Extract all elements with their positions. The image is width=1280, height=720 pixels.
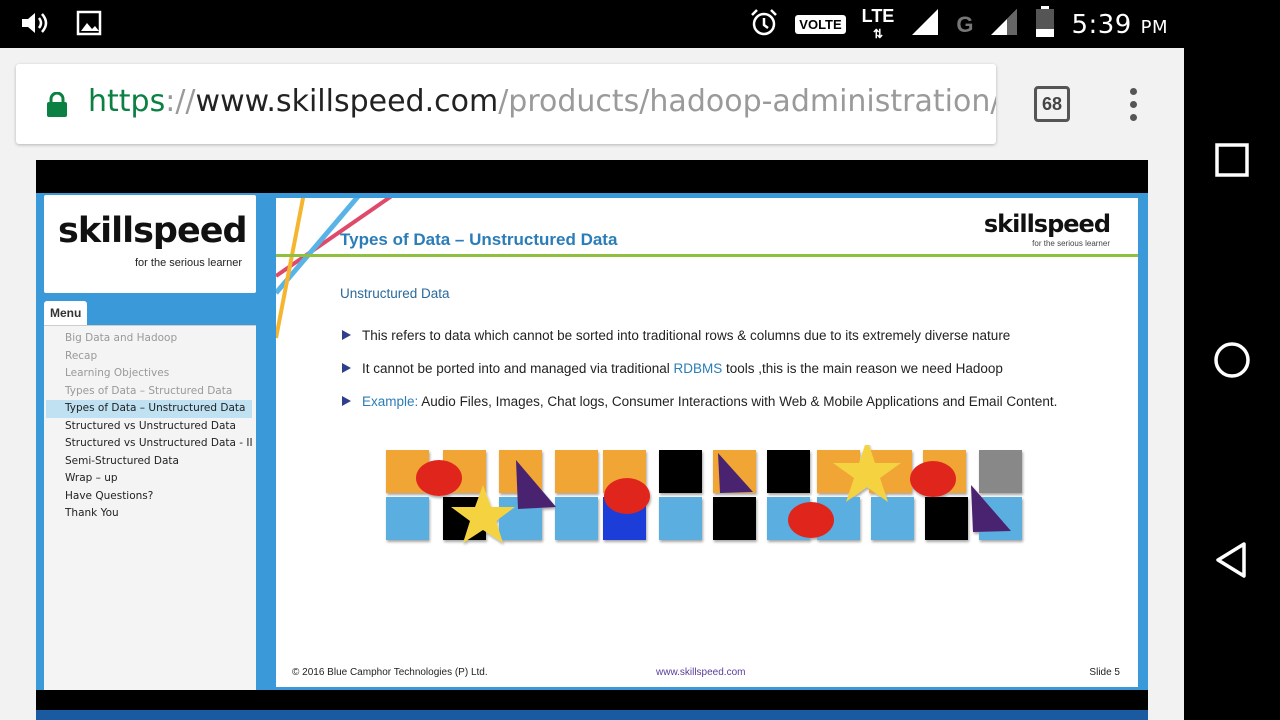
screen: VOLTE LTE ⇅ G 5:39 PM https://www.skills… (0, 0, 1280, 720)
home-button[interactable] (1212, 340, 1252, 380)
android-nav-bar (1184, 0, 1280, 720)
slide-subtitle: Unstructured Data (340, 286, 450, 301)
menu-item[interactable]: Wrap – up (44, 470, 256, 488)
player-controls-strip (36, 710, 1148, 720)
clock-ampm: PM (1140, 16, 1168, 38)
battery-icon (1035, 6, 1055, 43)
bullet-arrow-icon (342, 330, 351, 340)
volume-icon (20, 10, 50, 41)
bullet-text: This refers to data which cannot be sort… (362, 328, 1011, 343)
slide-title: Types of Data – Unstructured Data (340, 230, 618, 249)
url-text: https://www.skillspeed.com/products/hado… (88, 84, 996, 119)
slide-footer: © 2016 Blue Camphor Technologies (P) Ltd… (276, 667, 1138, 681)
signal-icon-2 (989, 7, 1019, 42)
clock: 5:39 PM (1071, 10, 1168, 40)
logo-tagline: for the serious learner (135, 257, 242, 269)
alarm-icon (749, 7, 779, 42)
url-host: www.skillspeed.com (195, 84, 499, 119)
menu-item[interactable]: Learning Objectives (44, 365, 256, 383)
menu-item[interactable]: Semi-Structured Data (44, 453, 256, 471)
bullet-text: It cannot be ported into and managed via… (362, 361, 674, 376)
url-scheme: https (88, 84, 166, 119)
slide-number: Slide 5 (1089, 667, 1120, 678)
bullet-arrow-icon (342, 363, 351, 373)
rdbms-term: RDBMS (673, 361, 723, 376)
tab-switcher-button[interactable]: 68 (1034, 86, 1070, 122)
course-player: skillspeed for the serious learner Menu … (36, 160, 1148, 720)
bullet-item: It cannot be ported into and managed via… (342, 359, 1102, 378)
example-label: Example: (362, 394, 419, 409)
signal-icon (910, 7, 940, 42)
overflow-menu-icon[interactable] (1130, 88, 1137, 127)
sidebar-logo: skillspeed for the serious learner (44, 195, 256, 293)
footer-website-link[interactable]: www.skillspeed.com (656, 667, 745, 678)
slide-logo: skillspeed (983, 210, 1111, 238)
menu-item[interactable]: Types of Data – Unstructured Data (46, 400, 252, 418)
menu-item[interactable]: Have Questions? (44, 488, 256, 506)
browser-toolbar: https://www.skillspeed.com/products/hado… (0, 48, 1184, 160)
menu-item[interactable]: Types of Data – Structured Data (44, 383, 256, 401)
title-divider (276, 254, 1138, 257)
slide-logo-tagline: for the serious learner (1032, 239, 1110, 248)
image-icon (76, 10, 102, 41)
menu-item[interactable]: Structured vs Unstructured Data - II (44, 435, 256, 453)
menu-item[interactable]: Structured vs Unstructured Data (44, 418, 256, 436)
bullet-text-end: tools ,this is the main reason we need H… (722, 361, 1003, 376)
data-arrows-icon: ⇅ (872, 26, 884, 41)
slide: Types of Data – Unstructured Data skills… (276, 198, 1138, 687)
status-bar: VOLTE LTE ⇅ G 5:39 PM (0, 0, 1184, 48)
bullet-arrow-icon (342, 396, 351, 406)
menu-item[interactable]: Big Data and Hadoop (44, 330, 256, 348)
logo-wordmark: skillspeed (58, 211, 248, 251)
recents-button[interactable] (1212, 140, 1252, 180)
network-g-label: G (956, 11, 974, 37)
lte-label: LTE (861, 5, 895, 26)
bullet-item: This refers to data which cannot be sort… (342, 326, 1102, 345)
lte-indicator: LTE ⇅ (861, 5, 895, 42)
menu-item[interactable]: Thank You (44, 505, 256, 523)
web-content: skillspeed for the serious learner Menu … (0, 160, 1184, 720)
back-button[interactable] (1212, 540, 1252, 580)
menu-tab[interactable]: Menu (44, 301, 87, 325)
player-top-bar (36, 160, 1148, 193)
url-path: /products/hadoop-administration/c (498, 84, 996, 119)
bullet-text: Audio Files, Images, Chat logs, Consumer… (418, 394, 1058, 409)
menu-item[interactable]: Recap (44, 348, 256, 366)
address-bar[interactable]: https://www.skillspeed.com/products/hado… (16, 64, 996, 144)
bullet-item: Example: Audio Files, Images, Chat logs,… (342, 392, 1102, 411)
unstructured-data-illustration (386, 445, 1022, 543)
clock-time: 5:39 (1071, 9, 1132, 40)
menu-panel: Big Data and Hadoop Recap Learning Objecti… (44, 325, 256, 690)
lock-icon (46, 91, 68, 123)
url-separator: :// (165, 84, 196, 119)
copyright-text: © 2016 Blue Camphor Technologies (P) Ltd… (292, 667, 488, 678)
bullet-list: This refers to data which cannot be sort… (342, 326, 1102, 425)
player-body: skillspeed for the serious learner Menu … (36, 193, 1148, 690)
volte-badge: VOLTE (795, 15, 846, 34)
